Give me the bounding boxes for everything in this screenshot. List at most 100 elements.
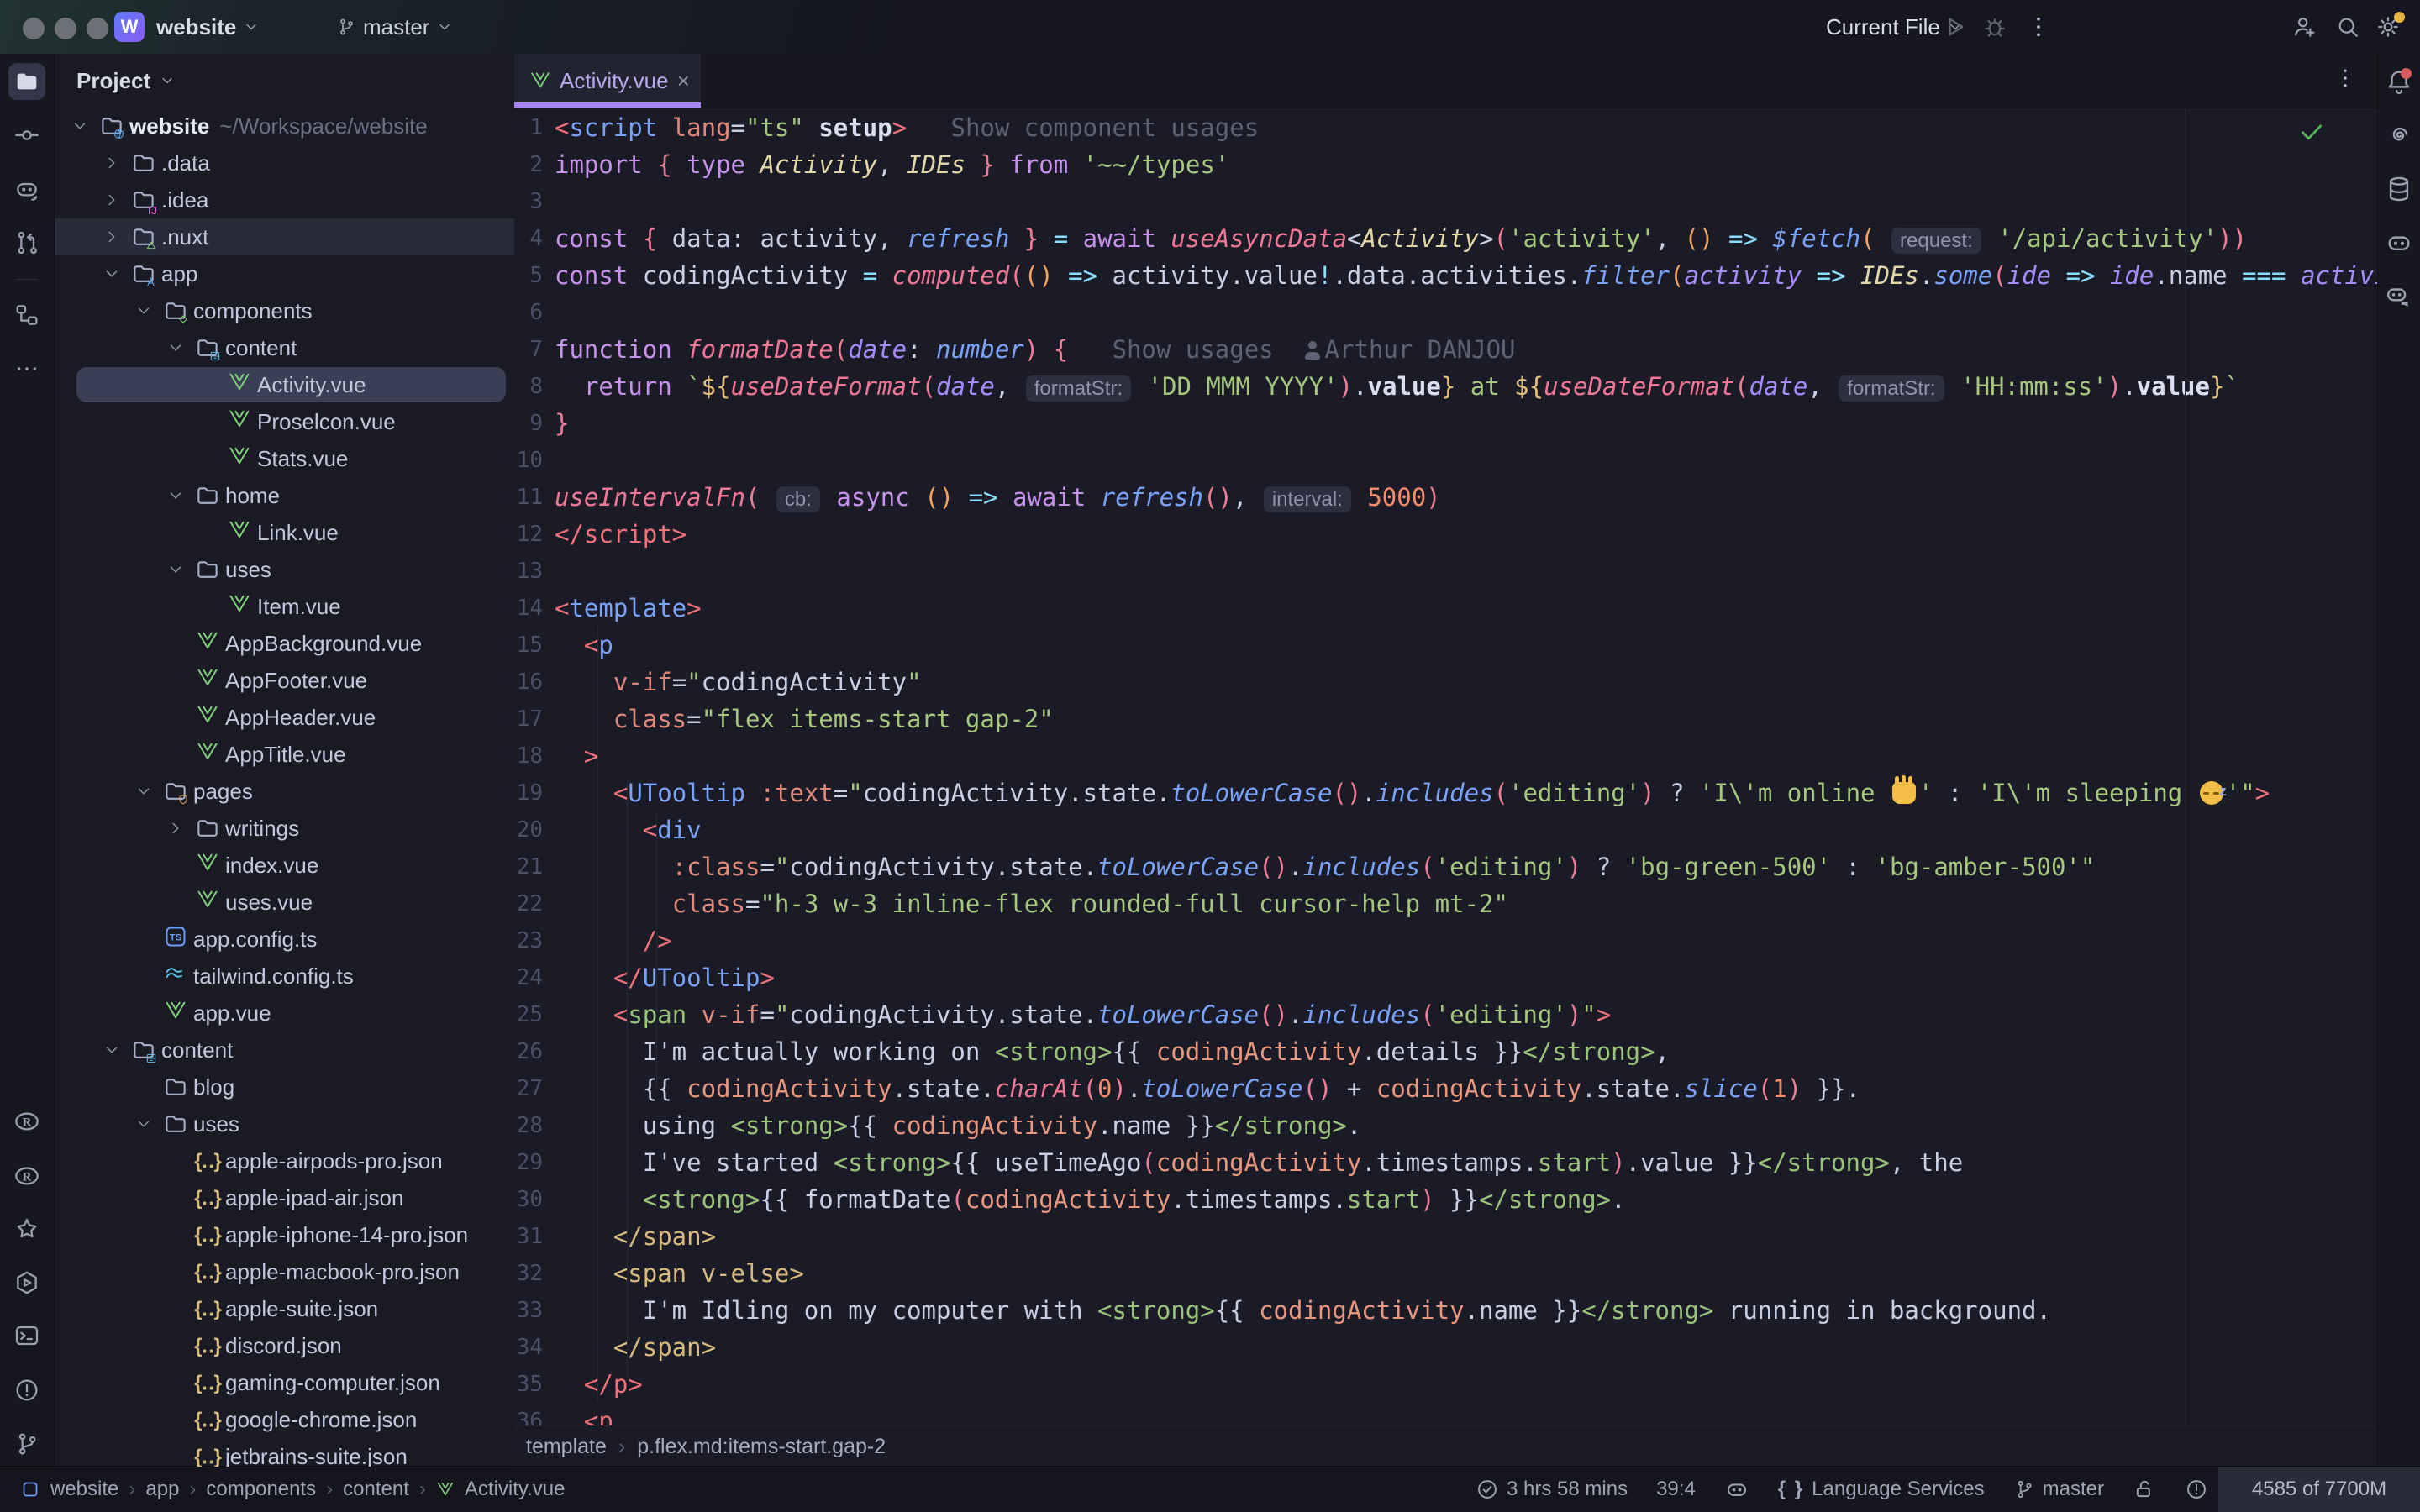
add-user-icon[interactable] <box>2291 13 2317 40</box>
tree-item-discord-json[interactable]: {‥}discord.json <box>55 1327 514 1364</box>
tree-item-pages[interactable]: pages <box>55 773 514 810</box>
chevron-right-icon[interactable] <box>160 819 192 837</box>
inspections-ok-icon[interactable] <box>2297 118 2326 156</box>
settings-icon[interactable] <box>2375 13 2402 40</box>
chevron-down-icon[interactable] <box>160 486 192 505</box>
chevron-down-icon[interactable] <box>128 302 160 320</box>
search-icon[interactable] <box>2334 13 2361 40</box>
status-branch-widget[interactable]: master <box>2013 1478 2104 1501</box>
tab-close-icon[interactable]: × <box>677 68 690 94</box>
copilot-chat-icon[interactable] <box>2381 278 2417 315</box>
status-path-item[interactable]: Activity.vue <box>465 1478 566 1501</box>
tree-item-proselcon-vue[interactable]: Proselcon.vue <box>55 403 514 440</box>
breadcrumb-item-template[interactable]: template <box>526 1435 607 1459</box>
project-switcher[interactable]: website <box>156 0 260 54</box>
tree-item-activity-vue[interactable]: Activity.vue <box>55 366 514 403</box>
tree-item-apple-airpods-pro-json[interactable]: {‥}apple-airpods-pro.json <box>55 1142 514 1179</box>
tree-item-appfooter-vue[interactable]: AppFooter.vue <box>55 662 514 699</box>
project-folder-icon[interactable] <box>8 63 45 100</box>
tab-activity-vue[interactable]: Activity.vue × <box>514 54 701 108</box>
chevron-down-icon[interactable] <box>96 265 128 283</box>
code-editor[interactable]: 1<script lang="ts" setup> Show component… <box>514 108 2378 1426</box>
services-play-icon[interactable] <box>8 1264 45 1301</box>
ai-assistant-icon[interactable] <box>2381 117 2417 154</box>
vcs-branch-widget[interactable]: master <box>336 0 453 54</box>
tree-item-components[interactable]: components <box>55 292 514 329</box>
notifications-bell-icon[interactable] <box>2381 63 2417 100</box>
tree-item-home[interactable]: home <box>55 477 514 514</box>
run-icon[interactable] <box>1941 13 1968 40</box>
structure-icon[interactable] <box>8 297 45 333</box>
chevron-down-icon[interactable] <box>64 117 96 135</box>
tree-item--nuxt[interactable]: .nuxt <box>55 218 514 255</box>
chevron-right-icon[interactable] <box>96 154 128 172</box>
git-branch-icon[interactable] <box>8 1425 45 1462</box>
star-plugin-icon[interactable] <box>8 1211 45 1248</box>
status-path-item[interactable]: app <box>145 1478 179 1501</box>
memory-indicator[interactable]: 4585 of 7700M <box>2218 1467 2420 1512</box>
more-icon[interactable] <box>2025 13 2052 40</box>
language-services-widget[interactable]: { } Language Services <box>1778 1478 1985 1501</box>
database-icon[interactable] <box>2381 171 2417 207</box>
tree-item-uses[interactable]: uses <box>55 551 514 588</box>
project-panel-header[interactable]: Project <box>55 54 514 108</box>
more-icon[interactable] <box>8 350 45 387</box>
breadcrumb-item-element[interactable]: p.flex.md:items-start.gap-2 <box>637 1435 886 1459</box>
r-plugin-icon[interactable]: R <box>8 1103 45 1140</box>
pull-request-icon[interactable] <box>8 224 45 261</box>
tree-item-uses-vue[interactable]: uses.vue <box>55 884 514 921</box>
tree-item--data[interactable]: .data <box>55 144 514 181</box>
tree-item-blog[interactable]: blog <box>55 1068 514 1105</box>
status-time-widget[interactable]: 3 hrs 58 mins <box>1476 1478 1628 1501</box>
chevron-down-icon[interactable] <box>160 560 192 579</box>
r-plugin-icon-2[interactable]: R <box>8 1158 45 1194</box>
tree-item-apple-suite-json[interactable]: {‥}apple-suite.json <box>55 1290 514 1327</box>
tree-item-appbackground-vue[interactable]: AppBackground.vue <box>55 625 514 662</box>
chevron-down-icon[interactable] <box>128 1115 160 1133</box>
copilot-question-icon[interactable] <box>8 171 45 207</box>
tree-item-apptitle-vue[interactable]: AppTitle.vue <box>55 736 514 773</box>
window-close-button[interactable] <box>23 18 45 39</box>
terminal-icon[interactable] <box>8 1317 45 1354</box>
tree-item-app[interactable]: app <box>55 255 514 292</box>
tree-item-gaming-computer-json[interactable]: {‥}gaming-computer.json <box>55 1364 514 1401</box>
window-minimize-button[interactable] <box>55 18 76 39</box>
tree-item-apple-iphone-14-pro-json[interactable]: {‥}apple-iphone-14-pro.json <box>55 1216 514 1253</box>
chevron-right-icon[interactable] <box>96 228 128 246</box>
commit-icon[interactable] <box>8 117 45 154</box>
tree-item-app-config-ts[interactable]: TSapp.config.ts <box>55 921 514 958</box>
chevron-down-icon[interactable] <box>160 339 192 357</box>
tree-item-content[interactable]: content <box>55 329 514 366</box>
status-path-item[interactable]: components <box>206 1478 316 1501</box>
tree-item-jetbrains-suite-json[interactable]: {‥}jetbrains-suite.json <box>55 1438 514 1467</box>
tree-item--idea[interactable]: IJ.idea <box>55 181 514 218</box>
tree-item-google-chrome-json[interactable]: {‥}google-chrome.json <box>55 1401 514 1438</box>
status-path-item[interactable]: website <box>50 1478 118 1501</box>
copilot-icon[interactable] <box>2381 224 2417 261</box>
caret-position[interactable]: 39:4 <box>1656 1478 1696 1501</box>
window-zoom-button[interactable] <box>87 18 108 39</box>
tree-item-website[interactable]: website~/Workspace/website <box>55 108 514 144</box>
tree-item-tailwind-config-ts[interactable]: tailwind.config.ts <box>55 958 514 995</box>
tree-item-index-vue[interactable]: index.vue <box>55 847 514 884</box>
tree-item-stats-vue[interactable]: Stats.vue <box>55 440 514 477</box>
debug-icon[interactable] <box>1981 13 2008 40</box>
tree-item-appheader-vue[interactable]: AppHeader.vue <box>55 699 514 736</box>
tree-item-content[interactable]: content <box>55 1032 514 1068</box>
tree-item-app-vue[interactable]: app.vue <box>55 995 514 1032</box>
tree-item-apple-ipad-air-json[interactable]: {‥}apple-ipad-air.json <box>55 1179 514 1216</box>
chevron-right-icon[interactable] <box>96 191 128 209</box>
tree-item-uses[interactable]: uses <box>55 1105 514 1142</box>
chevron-down-icon[interactable] <box>128 782 160 801</box>
problems-icon[interactable] <box>2185 1478 2208 1501</box>
tree-item-writings[interactable]: writings <box>55 810 514 847</box>
tree-item-apple-macbook-pro-json[interactable]: {‥}apple-macbook-pro.json <box>55 1253 514 1290</box>
tree-item-item-vue[interactable]: Item.vue <box>55 588 514 625</box>
status-path-item[interactable]: content <box>343 1478 409 1501</box>
unlock-icon[interactable] <box>2133 1478 2156 1501</box>
editor-more-icon[interactable] <box>2333 66 2358 91</box>
editor-area[interactable]: Activity.vue × 1<script lang="ts" setup>… <box>514 54 2378 1467</box>
tree-item-link-vue[interactable]: Link.vue <box>55 514 514 551</box>
copilot-icon[interactable] <box>1724 1477 1749 1502</box>
chevron-down-icon[interactable] <box>96 1041 128 1059</box>
